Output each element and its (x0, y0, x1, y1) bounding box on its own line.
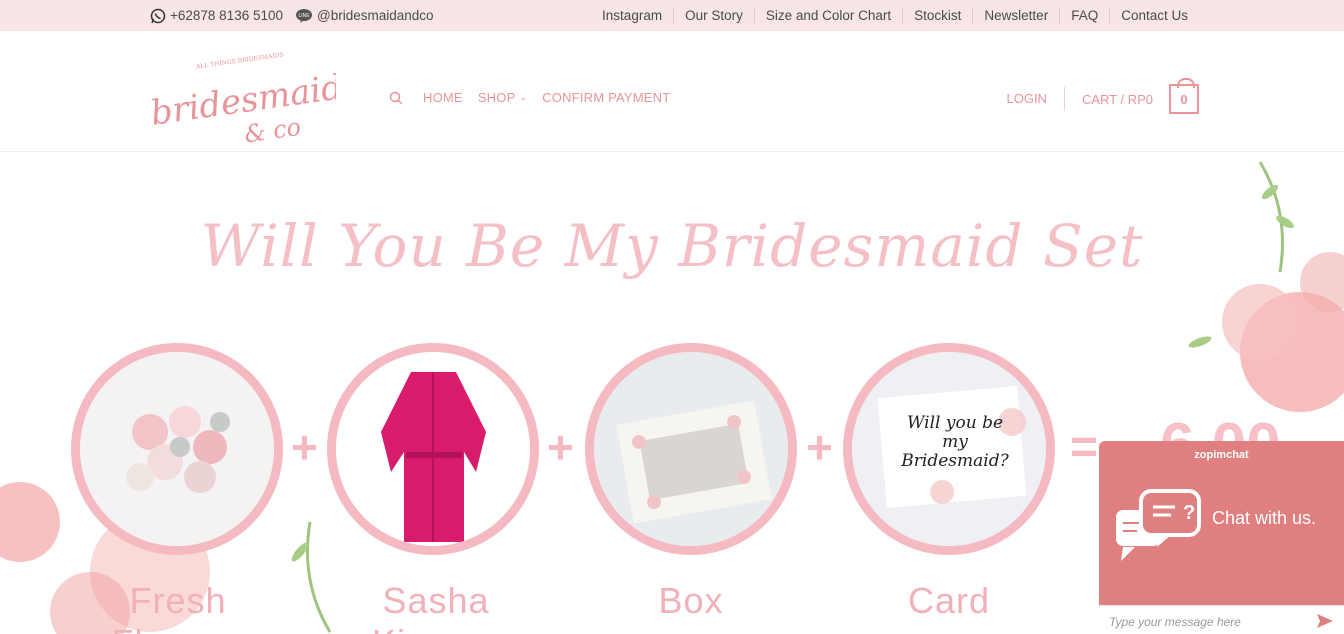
account-nav: LOGIN CART / RP0 0 (1006, 78, 1199, 114)
chat-brand: zopimchat (1194, 449, 1249, 461)
line-id: @bridesmaidandco (317, 8, 434, 23)
chat-title: Chat with us. (1212, 508, 1317, 528)
line-contact[interactable]: LINE @bridesmaidandco (295, 8, 434, 24)
hero-title: Will You Be My Bridesmaid Set (200, 212, 1144, 280)
whatsapp-icon (150, 8, 166, 23)
product-box[interactable] (585, 343, 797, 555)
plus-sign: + (547, 421, 574, 473)
link-newsletter[interactable]: Newsletter (972, 8, 1059, 23)
nav-confirm-payment[interactable]: CONFIRM PAYMENT (542, 90, 670, 105)
kimono-image (336, 352, 530, 546)
cart-bag-icon[interactable]: 0 (1169, 78, 1199, 114)
product-sasha-kimono[interactable] (327, 343, 539, 555)
phone-number: +62878 8136 5100 (170, 8, 283, 23)
plus-sign: + (806, 421, 833, 473)
line-icon: LINE (296, 8, 312, 23)
link-stockist[interactable]: Stockist (902, 8, 972, 23)
floral-decoration-right (1188, 161, 1344, 412)
svg-text:LINE: LINE (298, 13, 310, 19)
gift-box-image (594, 352, 788, 546)
top-links: Instagram Our Story Size and Color Chart… (591, 0, 1199, 31)
chevron-down-icon: ⌄ (519, 92, 528, 102)
top-bar: +62878 8136 5100 LINE @bridesmaidandco I… (0, 0, 1344, 31)
chat-bubble-icon: ? (1114, 489, 1201, 561)
label-card: Card (907, 580, 991, 621)
equals-sign: = (1070, 421, 1099, 474)
label-fresh-flowers: Fresh Flowers (111, 580, 243, 634)
link-contact-us[interactable]: Contact Us (1109, 8, 1199, 23)
label-sasha-kimono: Sasha Kimono (372, 580, 499, 634)
svg-text:ALL THINGS BRIDESMAIDS: ALL THINGS BRIDESMAIDS (195, 51, 284, 70)
product-card[interactable]: Will you be my Bridesmaid? (843, 343, 1055, 555)
contact-info: +62878 8136 5100 LINE @bridesmaidandco (150, 0, 446, 31)
link-faq[interactable]: FAQ (1059, 8, 1109, 23)
search-icon[interactable] (389, 91, 403, 105)
product-fresh-flowers[interactable] (71, 343, 283, 555)
chat-input-placeholder: Type your message here (1109, 615, 1241, 629)
plus-sign: + (291, 421, 318, 473)
chat-widget[interactable]: zopimchat ? Chat with us. Type your mess… (1099, 441, 1344, 634)
nav-home[interactable]: HOME (423, 90, 463, 105)
main-nav: HOME SHOP ⌄ CONFIRM PAYMENT (389, 90, 685, 105)
svg-text:?: ? (1183, 502, 1195, 524)
link-size-color-chart[interactable]: Size and Color Chart (753, 8, 902, 23)
link-instagram[interactable]: Instagram (591, 8, 673, 23)
nav-shop-label: SHOP (477, 90, 516, 105)
chat-input[interactable]: Type your message here (1099, 605, 1344, 634)
cart-count: 0 (1180, 91, 1188, 107)
link-our-story[interactable]: Our Story (673, 8, 754, 23)
login-link[interactable]: LOGIN (1006, 87, 1065, 111)
brand-logo[interactable]: ALL THINGS BRIDESMAIDS bridesmaid & co (146, 51, 336, 146)
whatsapp-contact[interactable]: +62878 8136 5100 (150, 8, 283, 24)
card-text: Will you be my Bridesmaid? (901, 413, 1009, 471)
cart-link[interactable]: CART / RP0 (1065, 92, 1153, 107)
nav-shop[interactable]: SHOP ⌄ (478, 90, 527, 105)
send-icon[interactable] (1316, 613, 1334, 629)
site-header: ALL THINGS BRIDESMAIDS bridesmaid & co H… (0, 31, 1344, 152)
label-box: Box (658, 580, 724, 621)
flower-bouquet-image (80, 352, 274, 546)
